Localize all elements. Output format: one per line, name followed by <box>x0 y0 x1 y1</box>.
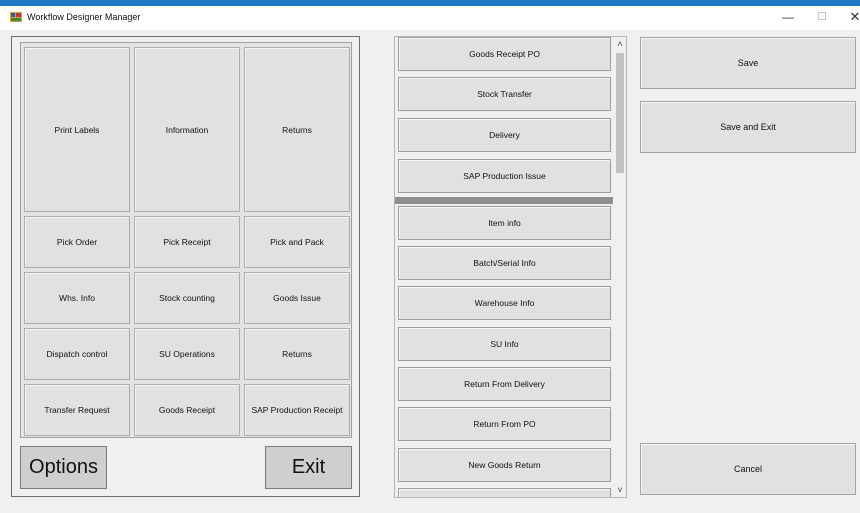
menu-layout-panel: Print Labels Information Returns Pick Or… <box>11 36 360 497</box>
grid-button-print-labels[interactable]: Print Labels <box>24 47 130 212</box>
scroll-down-icon[interactable]: ˅ <box>613 483 626 497</box>
list-item-su-info[interactable]: SU Info <box>398 327 611 361</box>
list-section-divider <box>395 197 613 204</box>
list-item-warehouse-info[interactable]: Warehouse Info <box>398 286 611 320</box>
list-item-delivery[interactable]: Delivery <box>398 118 611 152</box>
grid-button-pick-and-pack[interactable]: Pick and Pack <box>244 216 350 268</box>
grid-button-sap-production-receipt[interactable]: SAP Production Receipt <box>244 384 350 436</box>
workflow-list: Goods Receipt PO Stock Transfer Delivery… <box>394 36 627 498</box>
grid-button-pick-order[interactable]: Pick Order <box>24 216 130 268</box>
maximize-button[interactable]: ☐ <box>812 8 832 26</box>
list-item-new-goods-return[interactable]: New Goods Return <box>398 448 611 482</box>
app-icon <box>10 12 22 22</box>
list-item-batch-serial-info[interactable]: Batch/Serial Info <box>398 246 611 280</box>
scroll-thumb[interactable] <box>616 53 624 173</box>
cancel-button[interactable]: Cancel <box>640 443 856 495</box>
list-scrollbar[interactable]: ˄ ˅ <box>613 37 626 497</box>
scroll-up-icon[interactable]: ˄ <box>613 37 626 51</box>
grid-button-returns-2[interactable]: Returns <box>244 328 350 380</box>
grid-button-stock-counting[interactable]: Stock counting <box>134 272 240 324</box>
list-item-sap-production-issue[interactable]: SAP Production Issue <box>398 159 611 193</box>
grid-button-goods-issue[interactable]: Goods Issue <box>244 272 350 324</box>
menu-grid: Print Labels Information Returns Pick Or… <box>20 42 352 438</box>
save-button[interactable]: Save <box>640 37 856 89</box>
title-bar: Workflow Designer Manager — ☐ ✕ <box>0 0 860 30</box>
minimize-button[interactable]: — <box>778 8 798 26</box>
grid-button-information[interactable]: Information <box>134 47 240 212</box>
grid-button-goods-receipt[interactable]: Goods Receipt <box>134 384 240 436</box>
list-item-item-info[interactable]: Item info <box>398 206 611 240</box>
grid-button-transfer-request[interactable]: Transfer Request <box>24 384 130 436</box>
list-item-return-from-delivery[interactable]: Return From Delivery <box>398 367 611 401</box>
save-and-exit-button[interactable]: Save and Exit <box>640 101 856 153</box>
options-button[interactable]: Options <box>20 446 107 489</box>
list-item-goods-receipt-po[interactable]: Goods Receipt PO <box>398 37 611 71</box>
close-button[interactable]: ✕ <box>845 8 860 26</box>
window-title: Workflow Designer Manager <box>27 12 141 22</box>
exit-button[interactable]: Exit <box>265 446 352 489</box>
grid-button-whs-info[interactable]: Whs. Info <box>24 272 130 324</box>
grid-button-dispatch-control[interactable]: Dispatch control <box>24 328 130 380</box>
grid-button-su-operations[interactable]: SU Operations <box>134 328 240 380</box>
grid-button-returns[interactable]: Returns <box>244 47 350 212</box>
list-item-partial[interactable] <box>398 488 611 497</box>
list-item-return-from-po[interactable]: Return From PO <box>398 407 611 441</box>
list-item-stock-transfer[interactable]: Stock Transfer <box>398 77 611 111</box>
grid-button-pick-receipt[interactable]: Pick Receipt <box>134 216 240 268</box>
